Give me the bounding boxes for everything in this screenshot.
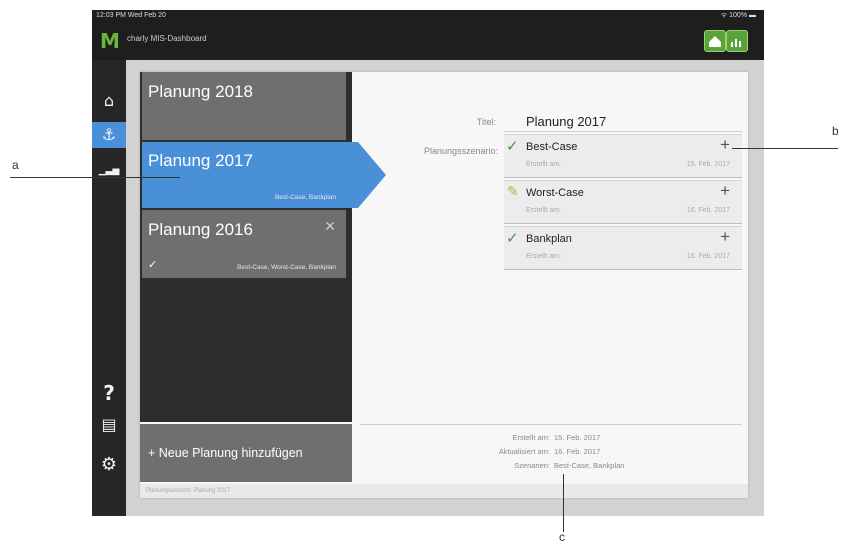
plus-icon[interactable]: +	[720, 227, 730, 247]
meta-scenarios-value: Best-Case, Bankplan	[554, 461, 625, 470]
meta-created-label: Erstellt am:	[512, 433, 550, 442]
divider	[504, 131, 742, 132]
plus-icon[interactable]: +	[720, 135, 730, 155]
meta-scenarios-label: Szenarien:	[514, 461, 550, 470]
settings-icon[interactable]: ⚙	[92, 452, 126, 478]
help-icon[interactable]: ?	[92, 380, 126, 406]
meta-created-value: 15. Feb. 2017	[554, 433, 601, 442]
app-logo: M	[100, 29, 120, 53]
created-date: 16. Feb. 2017	[686, 207, 730, 214]
scenario-row-best-case[interactable]: ✓ Best-Case + Erstellt am: 15. Feb. 2017	[504, 134, 742, 178]
add-plan-button[interactable]: + Neue Planung hinzufügen	[140, 424, 352, 482]
house-icon	[709, 36, 721, 47]
add-plan-label: + Neue Planung hinzufügen	[148, 446, 303, 460]
scenario-row-bankplan[interactable]: ✓ Bankplan + Erstellt am: 16. Feb. 2017	[504, 226, 742, 270]
plan-item-2018[interactable]: Planung 2018	[142, 72, 346, 140]
callout-a: a	[12, 158, 19, 172]
scenario-name: Worst-Case	[526, 187, 584, 199]
home-button[interactable]	[704, 30, 726, 52]
meta-updated-label: Aktualisiert am:	[498, 447, 550, 456]
plus-icon[interactable]: +	[720, 181, 730, 201]
close-icon[interactable]: ✕	[324, 218, 336, 235]
callout-b-line	[732, 148, 838, 149]
callout-a-line	[10, 177, 180, 178]
footer-bar: Planungsansicht: Planung 2017	[140, 484, 748, 498]
check-icon: ✓	[506, 230, 519, 247]
created-label: Erstellt am:	[526, 253, 562, 260]
home-icon[interactable]: ⌂	[92, 88, 126, 114]
scenario-row-worst-case[interactable]: ✎ Worst-Case + Erstellt am: 16. Feb. 201…	[504, 180, 742, 224]
check-icon: ✓	[506, 138, 519, 155]
app-title: charly MIS-Dashboard	[127, 34, 207, 43]
status-bar: 12:03 PM Wed Feb 20 ᯤ 100% ▬	[92, 10, 764, 22]
plan-scenarios: Best-Case, Worst-Case, Bankplan	[237, 264, 336, 271]
created-label: Erstellt am:	[526, 207, 562, 214]
chart-icon[interactable]: ▁▃▅	[92, 158, 126, 184]
plan-item-2016[interactable]: Planung 2016 ✕ ✓ Best-Case, Worst-Case, …	[142, 210, 346, 278]
planning-icon[interactable]: ⚓	[92, 122, 126, 148]
scenario-name: Bankplan	[526, 233, 572, 245]
created-date: 16. Feb. 2017	[686, 253, 730, 260]
scenario-label: Planungsszenario:	[423, 146, 498, 156]
callout-c-line	[563, 474, 564, 532]
meta-updated-value: 16. Feb. 2017	[554, 447, 601, 456]
scenario-name: Best-Case	[526, 141, 578, 153]
created-date: 15. Feb. 2017	[686, 161, 730, 168]
message-icon[interactable]: ▤	[92, 412, 126, 438]
check-icon: ✓	[148, 259, 158, 271]
pencil-icon: ✎	[507, 183, 519, 199]
bar-chart-icon	[731, 39, 741, 47]
callout-c: c	[559, 530, 565, 544]
plan-scenarios: Best-Case, Bankplan	[274, 194, 336, 201]
dashboard-button[interactable]	[726, 30, 748, 52]
meta-divider	[360, 424, 742, 425]
callout-b: b	[832, 124, 839, 138]
status-time: 12:03 PM Wed Feb 20	[96, 12, 166, 19]
title-label: Titel:	[476, 117, 496, 127]
footer-text: Planungsansicht: Planung 2017	[146, 488, 231, 494]
plan-title: Planung 2018	[148, 82, 253, 101]
plan-title: Planung 2016	[148, 220, 253, 239]
plan-item-2017[interactable]: Planung 2017 Best-Case, Bankplan	[142, 142, 346, 208]
plan-title-value: Planung 2017	[526, 114, 607, 129]
battery-status: ᯤ 100% ▬	[720, 12, 756, 19]
created-label: Erstellt am:	[526, 161, 562, 168]
plan-title: Planung 2017	[148, 151, 253, 170]
